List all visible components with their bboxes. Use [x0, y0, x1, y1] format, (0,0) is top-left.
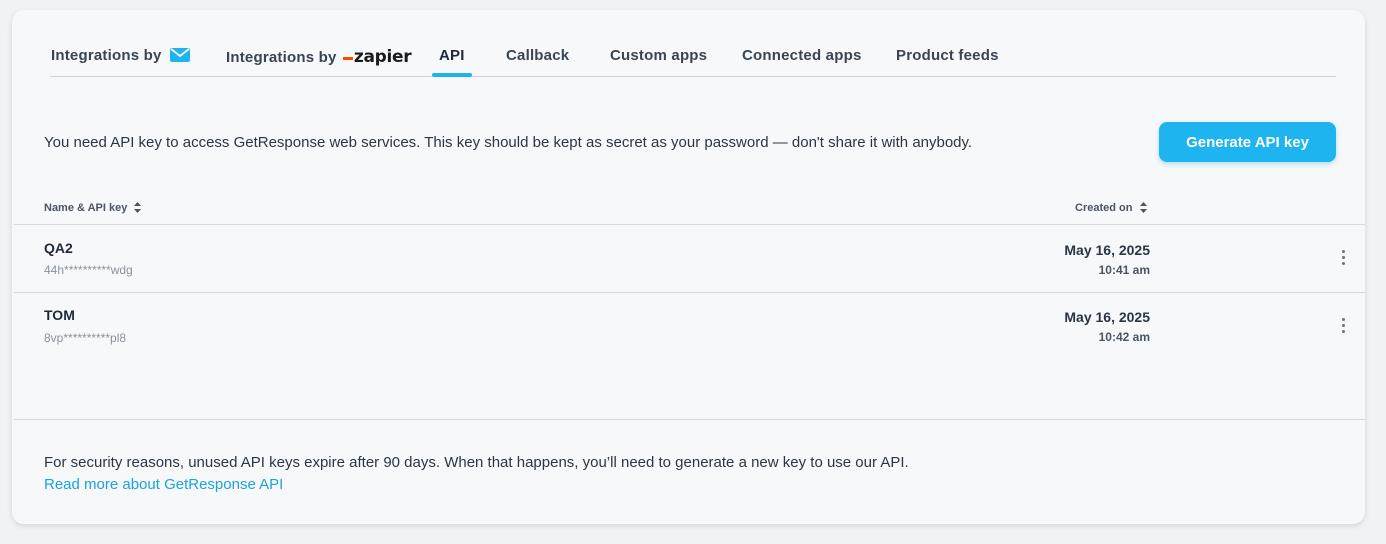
tab-label: Integrations by: [51, 47, 162, 64]
intro-text: You need API key to access GetResponse w…: [44, 134, 973, 151]
sort-icon: [1139, 202, 1147, 216]
api-key-masked: 44h**********wdg: [44, 263, 133, 277]
row-actions-menu-icon[interactable]: [1335, 315, 1353, 337]
column-header-created-on[interactable]: Created on: [1075, 202, 1147, 216]
api-key-masked: 8vp**********pl8: [44, 331, 127, 345]
active-tab-indicator: [432, 73, 472, 77]
created-date: May 16, 2025: [1064, 242, 1150, 258]
generate-api-key-button[interactable]: Generate API key: [1159, 122, 1336, 162]
security-notice: For security reasons, unused API keys ex…: [44, 454, 909, 471]
tab-label: Integrations by: [226, 49, 337, 66]
tab-label: Product feeds: [896, 47, 999, 64]
tab-label: Custom apps: [610, 47, 708, 64]
sort-icon: [134, 202, 142, 216]
tab-integrations-zapier[interactable]: Integrations by zapier: [226, 47, 412, 67]
row-actions-menu-icon[interactable]: [1335, 247, 1353, 269]
tab-connected-apps[interactable]: Connected apps: [742, 47, 861, 64]
tab-bar: Integrations by Integrations by zapier A…: [50, 38, 1336, 77]
tab-callback[interactable]: Callback: [506, 47, 569, 64]
zapier-logo: zapier: [342, 47, 412, 67]
api-settings-card: Integrations by Integrations by zapier A…: [12, 10, 1365, 524]
tab-custom-apps[interactable]: Custom apps: [610, 47, 707, 64]
tab-api[interactable]: API: [432, 47, 472, 77]
tab-label: Connected apps: [742, 47, 862, 64]
tab-label: Callback: [506, 47, 570, 64]
read-more-api-link[interactable]: Read more about GetResponse API: [44, 476, 283, 493]
envelope-icon: [169, 48, 190, 66]
table-divider: [14, 224, 1365, 225]
table-divider: [14, 292, 1365, 293]
column-header-name[interactable]: Name & API key: [44, 202, 142, 216]
footer-divider: [14, 419, 1365, 420]
tab-product-feeds[interactable]: Product feeds: [896, 47, 999, 64]
tab-label: API: [439, 47, 465, 64]
created-time: 10:42 am: [1098, 330, 1150, 344]
created-date: May 16, 2025: [1064, 309, 1150, 325]
created-time: 10:41 am: [1098, 263, 1150, 277]
api-key-name: TOM: [44, 307, 75, 323]
api-key-name: QA2: [44, 240, 73, 256]
tab-integrations-getresponse[interactable]: Integrations by: [51, 47, 190, 66]
